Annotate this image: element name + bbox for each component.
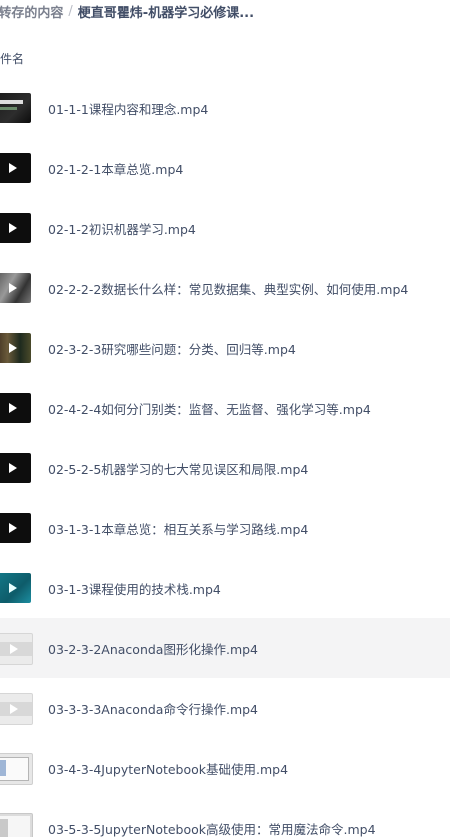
file-row[interactable]: 02-2-2-2数据长什么样：常见数据集、典型实例、如何使用.mp4 xyxy=(0,258,450,318)
column-header-filename[interactable]: 文件名 xyxy=(0,50,24,67)
video-thumbnail[interactable] xyxy=(0,93,31,123)
video-thumbnail[interactable] xyxy=(0,513,31,543)
file-row[interactable]: 02-5-2-5机器学习的七大常见误区和局限.mp4 xyxy=(0,438,450,498)
file-row[interactable]: 02-3-2-3研究哪些问题：分类、回归等.mp4 xyxy=(0,318,450,378)
play-icon xyxy=(9,343,17,353)
video-thumbnail[interactable] xyxy=(0,453,31,483)
file-name[interactable]: 02-2-2-2数据长什么样：常见数据集、典型实例、如何使用.mp4 xyxy=(48,258,408,318)
file-row[interactable]: 02-1-2-1本章总览.mp4 xyxy=(0,138,450,198)
play-icon xyxy=(9,223,17,233)
breadcrumb-separator: / xyxy=(68,3,73,19)
file-name[interactable]: 02-3-2-3研究哪些问题：分类、回归等.mp4 xyxy=(48,318,296,378)
file-browser: / 转存的内容 / 梗直哥瞿炜-机器学习必修课... 文件名 01-1-1课程内… xyxy=(0,0,450,837)
video-thumbnail[interactable] xyxy=(0,213,31,243)
file-name[interactable]: 03-1-3课程使用的技术栈.mp4 xyxy=(48,558,221,618)
play-icon xyxy=(10,644,18,654)
file-name[interactable]: 02-1-2-1本章总览.mp4 xyxy=(48,138,183,198)
video-thumbnail[interactable] xyxy=(0,333,31,363)
file-row[interactable]: 02-1-2初识机器学习.mp4 xyxy=(0,198,450,258)
breadcrumb: / 转存的内容 / 梗直哥瞿炜-机器学习必修课... xyxy=(0,0,254,22)
play-icon xyxy=(9,463,17,473)
video-thumbnail[interactable] xyxy=(0,393,31,423)
file-name[interactable]: 03-4-3-4JupyterNotebook基础使用.mp4 xyxy=(48,738,288,798)
file-name[interactable]: 02-1-2初识机器学习.mp4 xyxy=(48,198,196,258)
video-thumbnail[interactable] xyxy=(0,633,33,665)
file-row[interactable]: 03-2-3-2Anaconda图形化操作.mp4 xyxy=(0,618,450,678)
file-name[interactable]: 02-5-2-5机器学习的七大常见误区和局限.mp4 xyxy=(48,438,308,498)
file-row[interactable]: 02-4-2-4如何分门别类：监督、无监督、强化学习等.mp4 xyxy=(0,378,450,438)
file-name[interactable]: 03-3-3-3Anaconda命令行操作.mp4 xyxy=(48,678,258,738)
video-thumbnail[interactable] xyxy=(0,153,31,183)
breadcrumb-current-folder: 梗直哥瞿炜-机器学习必修课... xyxy=(77,5,255,21)
file-row[interactable]: 03-1-3-1本章总览：相互关系与学习路线.mp4 xyxy=(0,498,450,558)
file-name[interactable]: 03-1-3-1本章总览：相互关系与学习路线.mp4 xyxy=(48,498,308,558)
video-thumbnail[interactable] xyxy=(0,693,33,725)
play-icon xyxy=(9,523,17,533)
video-thumbnail[interactable] xyxy=(0,273,31,303)
play-icon xyxy=(9,283,17,293)
file-row[interactable]: 03-1-3课程使用的技术栈.mp4 xyxy=(0,558,450,618)
file-name[interactable]: 03-2-3-2Anaconda图形化操作.mp4 xyxy=(48,618,258,678)
file-list: 01-1-1课程内容和理念.mp4 02-1-2-1本章总览.mp4 02-1-2初… xyxy=(0,78,450,837)
file-row[interactable]: 03-3-3-3Anaconda命令行操作.mp4 xyxy=(0,678,450,738)
video-thumbnail[interactable] xyxy=(0,753,33,785)
play-icon xyxy=(9,163,17,173)
file-row[interactable]: 03-4-3-4JupyterNotebook基础使用.mp4 xyxy=(0,738,450,798)
video-thumbnail[interactable] xyxy=(0,573,31,603)
play-icon xyxy=(9,583,17,593)
play-icon xyxy=(10,704,18,714)
file-name[interactable]: 01-1-1课程内容和理念.mp4 xyxy=(48,78,208,138)
video-thumbnail[interactable] xyxy=(0,813,33,837)
file-name[interactable]: 03-5-3-5JupyterNotebook高级使用：常用魔法命令.mp4 xyxy=(48,798,376,837)
file-name[interactable]: 02-4-2-4如何分门别类：监督、无监督、强化学习等.mp4 xyxy=(48,378,371,438)
breadcrumb-parent-link[interactable]: 转存的内容 xyxy=(0,2,63,21)
file-row[interactable]: 01-1-1课程内容和理念.mp4 xyxy=(0,78,450,138)
file-row[interactable]: 03-5-3-5JupyterNotebook高级使用：常用魔法命令.mp4 xyxy=(0,798,450,837)
play-icon xyxy=(9,403,17,413)
